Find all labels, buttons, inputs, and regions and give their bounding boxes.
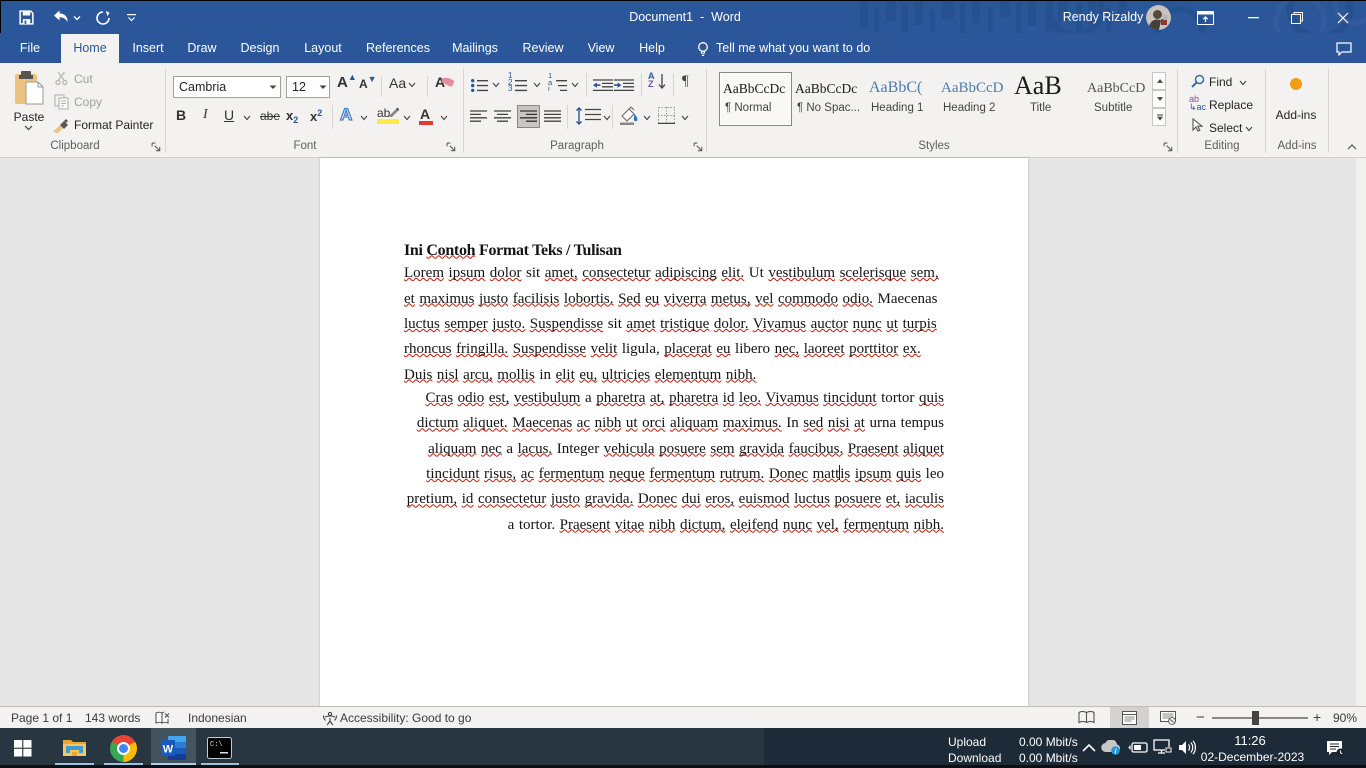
svg-text:W: W xyxy=(163,744,174,756)
svg-text:C:\: C:\ xyxy=(210,741,223,749)
